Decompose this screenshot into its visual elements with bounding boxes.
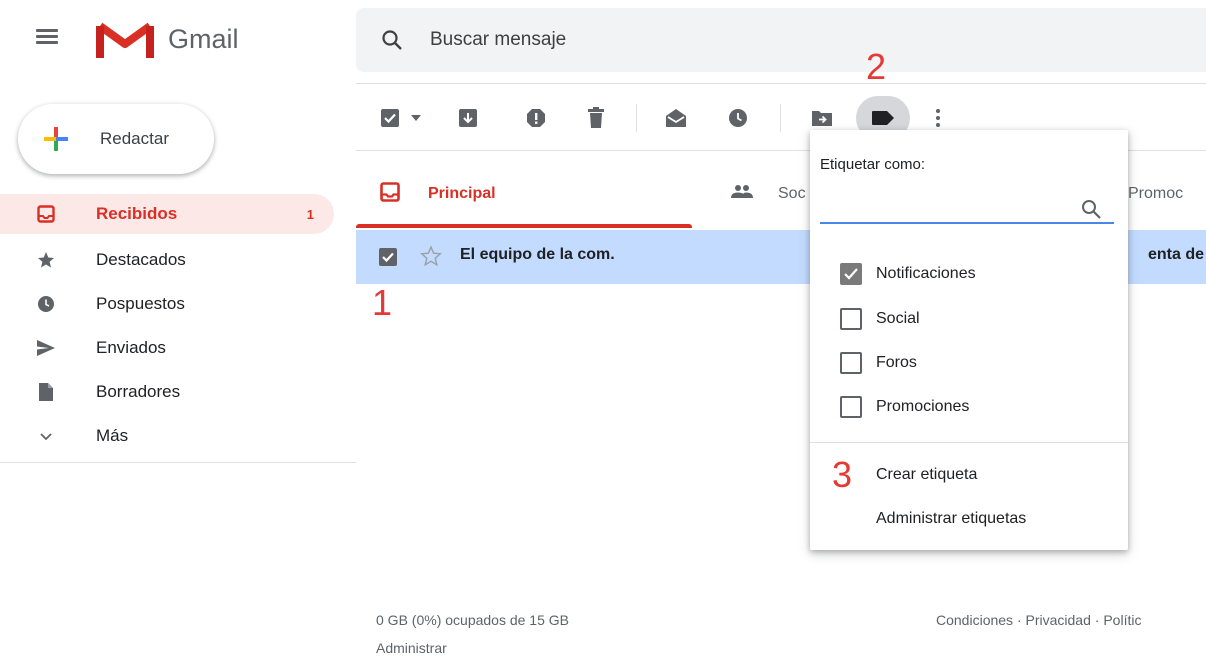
search-icon[interactable] [380, 28, 404, 52]
label-search-input[interactable] [820, 194, 1114, 224]
footer-separator: · [1090, 612, 1104, 628]
archive-icon[interactable] [456, 106, 480, 130]
people-icon [730, 184, 754, 203]
email-sender: El equipo de la com. [460, 246, 615, 263]
label-option-foros[interactable]: Foros [840, 349, 917, 377]
option-label: Promociones [876, 398, 970, 415]
sidebar-divider [0, 462, 356, 463]
select-all-checkbox-icon[interactable] [378, 106, 402, 130]
email-checkbox[interactable] [378, 247, 398, 272]
draft-icon [36, 382, 56, 402]
sidebar-item-borradores[interactable]: Borradores [0, 372, 334, 412]
tab-promociones[interactable]: Promoc [1126, 160, 1206, 228]
create-label-item[interactable]: Crear etiqueta [876, 466, 977, 484]
sidebar-item-mas[interactable]: Más [0, 416, 334, 456]
active-tab-indicator [356, 224, 692, 228]
move-to-icon[interactable] [810, 106, 834, 130]
label-option-social[interactable]: Social [840, 305, 920, 333]
storage-usage: 0 GB (0%) ocupados de 15 GB [376, 612, 569, 628]
tab-label: Principal [428, 185, 496, 202]
compose-label: Redactar [100, 129, 169, 148]
snooze-icon[interactable] [726, 106, 750, 130]
terms-link[interactable]: Condiciones [936, 612, 1013, 628]
menu-title: Etiquetar como: [820, 156, 926, 173]
footer-links: Condiciones · Privacidad · Polític [936, 612, 1141, 628]
delete-icon[interactable] [584, 106, 608, 130]
plus-icon [44, 127, 68, 151]
main-menu-button[interactable] [34, 26, 60, 50]
header-divider [356, 83, 1206, 84]
compose-button[interactable]: Redactar [18, 104, 214, 174]
checkbox[interactable] [840, 308, 862, 330]
checkbox[interactable] [840, 396, 862, 418]
email-snippet: enta de [1147, 246, 1204, 263]
tab-label: Promoc [1128, 185, 1184, 202]
gmail-logo-icon[interactable] [96, 20, 154, 60]
search-icon[interactable] [1080, 198, 1102, 220]
sidebar-item-label: Destacados [96, 250, 186, 269]
mark-read-icon[interactable] [664, 106, 688, 130]
report-spam-icon[interactable] [524, 106, 548, 130]
send-icon [36, 338, 56, 358]
sidebar-item-label: Enviados [96, 338, 166, 357]
menu-divider [810, 442, 1128, 443]
annotation-number: 1 [372, 282, 393, 323]
manage-storage-link[interactable]: Administrar [376, 640, 447, 656]
option-label: Notificaciones [876, 265, 976, 282]
sidebar-item-label: Pospuestos [96, 294, 185, 313]
sidebar-item-enviados[interactable]: Enviados [0, 328, 334, 368]
manage-labels-item[interactable]: Administrar etiquetas [876, 510, 1026, 528]
search-placeholder[interactable]: Buscar mensaje [430, 29, 566, 51]
toolbar-separator [780, 104, 781, 132]
sidebar-item-recibidos[interactable]: Recibidos 1 [0, 194, 334, 234]
menu-bar [36, 35, 58, 38]
label-option-promociones[interactable]: Promociones [840, 393, 969, 421]
checkbox-checked[interactable] [840, 263, 862, 285]
option-label: Social [876, 310, 920, 327]
tab-label: Soc [778, 185, 806, 202]
annotation-number: 2 [866, 46, 887, 87]
sidebar-item-label: Borradores [96, 382, 181, 401]
label-as-menu: Etiquetar como: Notificaciones Social Fo… [810, 130, 1128, 550]
search-bar[interactable]: Buscar mensaje [356, 8, 1206, 72]
checkbox[interactable] [840, 352, 862, 374]
dropdown-arrow-icon[interactable] [408, 106, 424, 130]
sidebar-item-pospuestos[interactable]: Pospuestos [0, 284, 334, 324]
more-icon[interactable] [926, 106, 950, 130]
clock-icon [36, 294, 56, 314]
unread-count-badge: 1 [306, 206, 314, 222]
annotation-number: 3 [832, 454, 853, 495]
chevron-down-icon [36, 426, 56, 446]
menu-bar [36, 29, 58, 32]
menu-bar [36, 41, 58, 44]
privacy-link[interactable]: Privacidad [1026, 612, 1091, 628]
star-outline-icon[interactable] [419, 245, 443, 272]
sidebar-item-destacados[interactable]: Destacados [0, 240, 334, 280]
label-option-notificaciones[interactable]: Notificaciones [840, 260, 976, 288]
option-label: Foros [876, 354, 917, 371]
label-icon[interactable] [871, 106, 895, 130]
tab-social[interactable]: Soc [726, 160, 816, 228]
sidebar-item-label: Recibidos [96, 204, 178, 223]
app-brand: Gmail [168, 24, 239, 54]
sidebar-item-label: Más [96, 426, 129, 445]
star-icon [36, 250, 56, 270]
toolbar-separator [636, 104, 637, 132]
footer-separator: · [1013, 612, 1026, 628]
inbox-icon [36, 204, 56, 224]
tab-principal[interactable]: Principal [356, 160, 692, 228]
inbox-tab-icon [380, 182, 400, 207]
policy-link[interactable]: Polític [1103, 612, 1141, 628]
